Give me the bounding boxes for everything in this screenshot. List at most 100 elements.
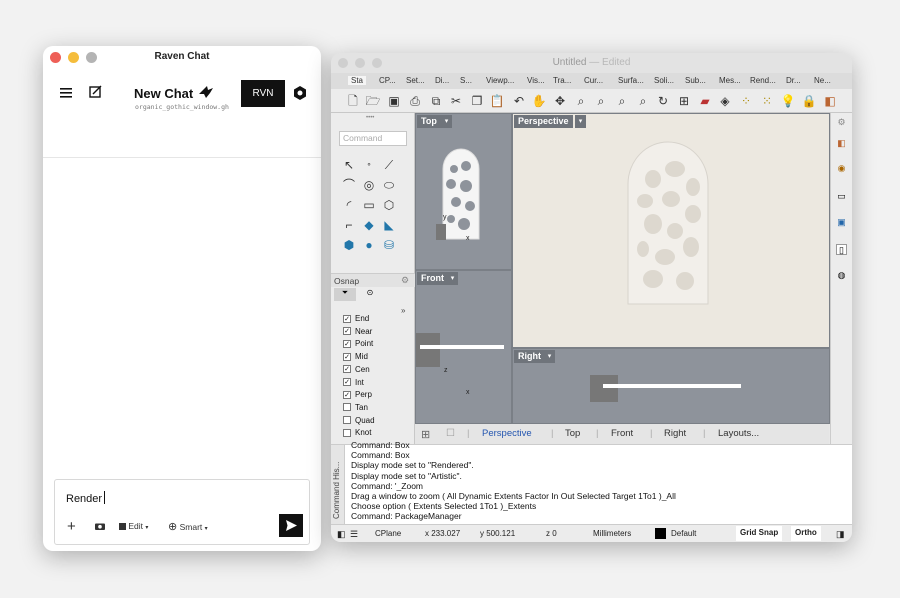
toolbar-tab[interactable]: Sub... [685, 76, 706, 85]
viewport-top[interactable]: Top ▾ y x [415, 113, 512, 270]
cplane-label[interactable]: CPlane [375, 529, 401, 538]
undo-view-icon[interactable]: ↻ [655, 93, 671, 109]
single-viewport-icon[interactable]: ☐ [446, 428, 455, 439]
save-icon[interactable]: ▣ [386, 93, 402, 109]
zoom-button[interactable] [372, 58, 382, 68]
arc-icon[interactable]: ◜ [341, 197, 357, 213]
ellipse-icon[interactable]: ⬭ [381, 177, 397, 193]
filter-icon[interactable]: ⏷ [334, 288, 356, 301]
display-panel-icon[interactable]: ▭ [836, 191, 847, 202]
sphere-icon[interactable]: ● [361, 237, 377, 253]
undo-icon[interactable]: ↶ [511, 93, 527, 109]
gear-icon[interactable]: ⚙ [401, 275, 409, 286]
car-render-icon[interactable]: ▰ [697, 93, 713, 109]
viewport-perspective[interactable]: Perspective ▾ [512, 113, 830, 348]
edit-mode-dropdown[interactable]: Edit ▾ [119, 521, 148, 531]
osnap-checkbox[interactable]: ✓ [343, 365, 351, 374]
chevron-down-icon[interactable]: ▾ [544, 350, 555, 363]
box-icon[interactable]: ⬢ [341, 237, 357, 253]
ortho-toggle[interactable]: Ortho [791, 526, 821, 541]
minimize-button[interactable] [355, 58, 365, 68]
tab-perspective[interactable]: Perspective [482, 428, 532, 439]
send-button[interactable] [279, 514, 303, 537]
toolbar-tab[interactable]: Soli... [654, 76, 674, 85]
toolbar-tab[interactable]: Ne... [814, 76, 831, 85]
new-chat-icon[interactable] [89, 85, 103, 99]
tab-right[interactable]: Right [664, 428, 686, 439]
osnap-item[interactable]: ✓ Near [343, 327, 372, 336]
properties-panel-icon[interactable]: ▯ [836, 244, 847, 255]
message-input[interactable]: Render [66, 491, 106, 505]
rvn-button[interactable]: RVN [241, 80, 285, 107]
osnap-item[interactable]: Quad [343, 416, 375, 425]
command-input[interactable]: Command [339, 131, 407, 146]
grip-handle[interactable]: •••• [366, 115, 374, 121]
display-mode-icon[interactable]: ◈ [717, 93, 733, 109]
osnap-item[interactable]: ✓ Cen [343, 365, 370, 374]
paste-icon[interactable]: 📋 [489, 93, 505, 109]
curve-icon[interactable]: ⌒ [341, 177, 357, 193]
point-icon[interactable]: ∘ [361, 157, 377, 173]
circle-icon[interactable]: ◎ [361, 177, 377, 193]
extrude-icon[interactable]: ◣ [381, 217, 397, 233]
expand-chevron-icon[interactable]: » [401, 306, 405, 315]
units-label[interactable]: Millimeters [593, 529, 631, 538]
toolbar-tab[interactable]: S... [460, 76, 472, 85]
polygon-icon[interactable]: ⬡ [381, 197, 397, 213]
zoom-window-icon[interactable]: ⌕ [593, 93, 609, 109]
materials-panel-icon[interactable]: ◉ [836, 163, 847, 174]
layer-color-swatch[interactable] [655, 528, 666, 539]
model-dropdown[interactable]: ⊕ Smart ▾ [168, 520, 208, 533]
zoom-extents-icon[interactable]: ⌕ [614, 93, 630, 109]
four-viewports-icon[interactable]: ⊞ [676, 93, 692, 109]
cylinder-icon[interactable]: ⛁ [381, 237, 397, 253]
rectangle-icon[interactable]: ▭ [361, 197, 377, 213]
snap-target-icon[interactable]: ⊙ [359, 288, 381, 301]
fillet-icon[interactable]: ⌐ [341, 217, 357, 233]
osnap-checkbox[interactable]: ✓ [343, 327, 351, 336]
viewport-front[interactable]: Front ▾ z x [415, 270, 512, 424]
layers-icon[interactable]: ◧ [822, 93, 838, 109]
points-on-icon[interactable]: ⁘ [738, 93, 754, 109]
zoom-selected-icon[interactable]: ⌕ [635, 93, 651, 109]
viewport-label[interactable]: Perspective [514, 115, 573, 128]
osnap-item[interactable]: ✓ Mid [343, 352, 368, 361]
print-icon[interactable]: ⎙ [407, 93, 423, 109]
polyline-icon[interactable]: ⟋ [381, 157, 397, 173]
tab-front[interactable]: Front [611, 428, 633, 439]
chevron-down-icon[interactable]: ▾ [441, 115, 452, 128]
pan-hand-icon[interactable]: ✋ [531, 93, 547, 109]
command-history-tab[interactable]: Command His... [331, 445, 345, 525]
osnap-item[interactable]: ✓ Perp [343, 390, 372, 399]
osnap-checkbox[interactable]: ✓ [343, 352, 351, 361]
osnap-item[interactable]: Knot [343, 428, 371, 437]
panel-toggle-icon[interactable]: ◨ [836, 529, 845, 540]
camera-icon[interactable] [95, 522, 105, 530]
viewport-label[interactable]: Top [417, 115, 441, 128]
select-arrow-icon[interactable]: ↖ [341, 157, 357, 173]
command-history-panel[interactable]: Command His... Command: Box Command: Box D… [331, 440, 852, 525]
toolbar-tab[interactable]: Dr... [786, 76, 801, 85]
copy-props-icon[interactable]: ⧉ [428, 93, 444, 109]
toolbar-tab[interactable]: Set... [406, 76, 425, 85]
copy-icon[interactable]: ❐ [469, 93, 485, 109]
close-button[interactable] [50, 52, 61, 63]
toolbar-tab[interactable]: Surfa... [618, 76, 644, 85]
layers-panel-icon[interactable]: ◧ [836, 138, 847, 149]
osnap-checkbox[interactable]: ✓ [343, 378, 351, 386]
viewport-label[interactable]: Right [514, 350, 545, 363]
osnap-item[interactable]: ✓ Point [343, 339, 373, 348]
tab-layouts[interactable]: Layouts... [718, 428, 759, 439]
settings-hex-icon[interactable] [292, 85, 308, 101]
chevron-down-icon[interactable]: ▾ [447, 272, 458, 285]
four-viewports-icon[interactable]: ⊞ [421, 428, 430, 441]
sidebar-toggle-icon[interactable]: ◧ [337, 529, 346, 540]
chevron-down-icon[interactable]: ▾ [575, 115, 586, 128]
toolbar-tab[interactable]: Viewp... [486, 76, 514, 85]
osnap-checkbox[interactable]: ✓ [343, 390, 351, 399]
toolbar-tab[interactable]: Sta [348, 76, 367, 85]
help-panel-icon[interactable]: ◍ [836, 270, 847, 281]
osnap-checkbox[interactable] [343, 428, 351, 437]
edit-points-icon[interactable]: ⁙ [759, 93, 775, 109]
toolbar-tab[interactable]: Tra... [553, 76, 571, 85]
